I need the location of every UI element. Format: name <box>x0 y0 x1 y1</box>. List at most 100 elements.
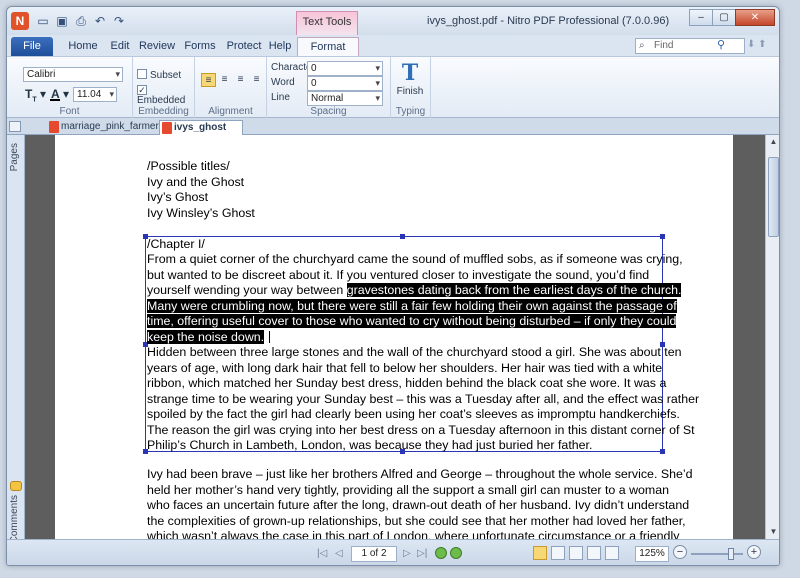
text-line: years of age, with long dark hair that f… <box>147 361 663 375</box>
tab-format[interactable]: Format <box>297 37 359 56</box>
document-viewport[interactable]: /Possible titles/ Ivy and the Ghost Ivy’… <box>25 135 765 539</box>
align-right-icon[interactable]: ≡ <box>233 73 248 87</box>
scrollbar-thumb[interactable] <box>768 157 779 237</box>
align-justify-icon[interactable]: ≡ <box>249 73 264 87</box>
selected-text: gravestones dating back from the earlies… <box>346 283 682 297</box>
tab-home[interactable]: Home <box>65 37 101 56</box>
zoom-slider-track[interactable] <box>691 548 743 560</box>
zoom-slider-thumb[interactable] <box>727 548 734 560</box>
doc-tab-marriage-pink-farmer[interactable]: marriage_pink_farmer <box>47 120 159 135</box>
find-input[interactable]: ⌕ Find <box>635 38 745 54</box>
doc-tab-label: marriage_pink_farmer <box>61 121 159 132</box>
embedded-checkbox[interactable]: ✓Embedded <box>137 84 194 106</box>
maximize-button[interactable]: ▢ <box>712 9 736 26</box>
redo-icon[interactable]: ↷ <box>111 13 127 29</box>
finish-typewriter-icon[interactable]: T <box>399 60 421 86</box>
spacing-group: Character 0 Word 0 Line Normal Spacing <box>267 57 391 119</box>
vertical-scrollbar[interactable]: ▲ ▼ <box>765 135 779 539</box>
zoom-out-icon[interactable]: − <box>673 545 687 559</box>
align-center-icon[interactable]: ≡ <box>217 73 232 87</box>
tab-file[interactable]: File <box>11 37 53 56</box>
find-nav-arrows[interactable]: ⬇ ⬆ <box>747 39 767 50</box>
scroll-down-icon[interactable]: ▼ <box>766 525 779 539</box>
pages-panel-tab[interactable]: Pages <box>9 143 20 171</box>
back-view-icon[interactable] <box>435 547 447 559</box>
first-page-icon[interactable]: |◁ <box>317 548 327 559</box>
page-number-field[interactable]: 1 of 2 <box>351 546 397 562</box>
zoom-in-icon[interactable]: + <box>747 545 761 559</box>
search-icon[interactable]: ⚲ <box>717 38 725 51</box>
fit-width-icon[interactable] <box>605 546 619 560</box>
align-left-icon[interactable]: ≡ <box>201 73 216 87</box>
character-spacing-combo[interactable]: 0 <box>307 61 383 76</box>
embedding-group: Subset ✓Embedded Embedding <box>133 57 195 119</box>
binoculars-icon: ⌕ <box>639 40 645 51</box>
finish-button[interactable]: Finish <box>393 86 427 97</box>
text-line: yourself wending your way between graves… <box>147 282 682 298</box>
undo-icon[interactable]: ↶ <box>92 13 108 29</box>
app-window: N ▭ ▣ ⎙ ↶ ↷ Text Tools ivys_ghost.pdf - … <box>6 6 780 566</box>
text-line: Hidden between three large stones and th… <box>147 345 682 359</box>
tab-protect[interactable]: Protect <box>221 37 267 56</box>
font-size-icon[interactable]: TT ▾ <box>25 87 46 103</box>
window-title: ivys_ghost.pdf - Nitro PDF Professional … <box>427 15 670 27</box>
line-spacing-label: Line <box>271 92 290 103</box>
font-name-combo[interactable]: Calibri <box>23 67 123 82</box>
font-color-icon[interactable]: A ▾ <box>49 87 69 101</box>
resize-handle[interactable] <box>660 449 665 454</box>
text-line: strange time to be wearing your Sunday b… <box>147 392 700 406</box>
doc-tab-label: ivys_ghost <box>174 122 227 133</box>
print-icon[interactable]: ⎙ <box>73 13 89 29</box>
single-page-view-icon[interactable] <box>533 546 547 560</box>
font-group-label: Font <box>59 106 80 117</box>
tab-help[interactable]: Help <box>265 37 295 56</box>
text-line: Ivy and the Ghost <box>147 175 245 189</box>
close-button[interactable]: ✕ <box>735 9 775 26</box>
typing-group: T Finish Typing <box>391 57 431 119</box>
folder-icon[interactable]: ▭ <box>35 13 51 29</box>
minimize-button[interactable]: – <box>689 9 713 26</box>
font-group: Calibri TT ▾ A ▾ 11.04 Font <box>7 57 133 119</box>
text-line: which wasn’t always the case in this par… <box>147 529 680 539</box>
quick-access-toolbar: ▭ ▣ ⎙ ↶ ↷ <box>35 13 127 29</box>
zoom-level-field[interactable]: 125% <box>635 546 669 562</box>
pdf-file-icon <box>49 121 59 133</box>
text-line: Many were crumbling now, but there were … <box>147 298 677 314</box>
next-page-icon[interactable]: ▷ <box>403 548 411 559</box>
continuous-facing-view-icon[interactable] <box>587 546 601 560</box>
comment-icon[interactable] <box>10 481 22 491</box>
text-tools-context-header: Text Tools <box>296 11 358 35</box>
previous-page-icon[interactable]: ◁ <box>335 548 343 559</box>
text-line: Philip’s Church in Lambeth, London, was … <box>147 438 593 452</box>
text-line: The reason the girl was crying into her … <box>147 423 695 437</box>
tab-review[interactable]: Review <box>137 37 177 56</box>
pdf-page[interactable]: /Possible titles/ Ivy and the Ghost Ivy’… <box>55 135 733 539</box>
last-page-icon[interactable]: ▷| <box>417 548 427 559</box>
save-icon[interactable]: ▣ <box>54 13 70 29</box>
comments-panel-tab[interactable]: Comments <box>9 495 20 543</box>
title-bar: N ▭ ▣ ⎙ ↶ ↷ Text Tools ivys_ghost.pdf - … <box>7 7 779 35</box>
tab-forms[interactable]: Forms <box>181 37 219 56</box>
line-spacing-combo[interactable]: Normal <box>307 91 383 106</box>
typing-group-label: Typing <box>395 106 426 117</box>
facing-view-icon[interactable] <box>569 546 583 560</box>
forward-view-icon[interactable] <box>450 547 462 559</box>
doc-tab-ivys-ghost[interactable]: ivys_ghost × <box>159 120 243 147</box>
document-tabs: marriage_pink_farmer ivys_ghost × <box>7 118 779 147</box>
continuous-view-icon[interactable] <box>551 546 565 560</box>
resize-handle[interactable] <box>660 234 665 239</box>
resize-handle[interactable] <box>400 234 405 239</box>
text-line: /Possible titles/ <box>147 159 230 173</box>
panel-toggle-icon[interactable] <box>9 121 21 132</box>
ribbon: Calibri TT ▾ A ▾ 11.04 Font Subset ✓Embe… <box>7 56 779 119</box>
side-panel: Pages Comments <box>7 135 25 543</box>
word-spacing-combo[interactable]: 0 <box>307 76 383 91</box>
scroll-up-icon[interactable]: ▲ <box>766 135 779 149</box>
text-line: time, offering useful cover to those who… <box>147 313 677 329</box>
text-line: Ivy had been brave – just like her broth… <box>147 467 693 481</box>
subset-checkbox[interactable]: Subset <box>137 69 181 81</box>
nitro-logo-icon[interactable]: N <box>11 12 29 30</box>
tab-edit[interactable]: Edit <box>105 37 135 56</box>
text-line: Ivy Winsley’s Ghost <box>147 206 255 220</box>
font-size-combo[interactable]: 11.04 <box>73 87 117 102</box>
